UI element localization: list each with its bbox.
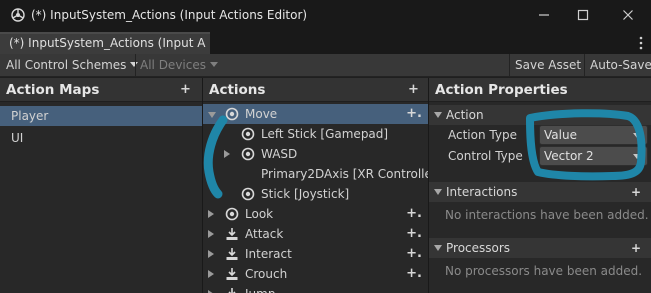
action-maps-title: Action Maps (6, 82, 100, 98)
add-binding-button[interactable]: +. (406, 204, 422, 224)
save-asset-button[interactable]: Save Asset (515, 54, 581, 76)
binding-icon (241, 187, 255, 201)
action-map-ui[interactable]: UI (0, 128, 202, 148)
control-schemes-dropdown[interactable]: All Control Schemes (6, 54, 139, 76)
close-button[interactable] (608, 0, 648, 30)
add-binding-button[interactable]: +. (406, 104, 422, 124)
add-processor-button[interactable]: + (631, 238, 641, 258)
add-binding-button[interactable]: +. (406, 244, 422, 264)
action-type-value: Value (544, 128, 577, 142)
binding-label: Primary2DAxis [XR Controller] (261, 167, 428, 181)
action-row-move[interactable]: Move +. (203, 104, 428, 124)
action-label: Crouch (245, 267, 288, 281)
foldout-collapsed-icon[interactable] (208, 270, 214, 278)
processors-empty-message: No processors have been added. (445, 264, 643, 278)
value-action-icon (225, 207, 239, 221)
chevron-down-icon (633, 154, 641, 159)
action-label: Attack (245, 227, 284, 241)
binding-icon (241, 147, 255, 161)
binding-icon (241, 127, 255, 141)
section-title: Interactions (446, 185, 518, 199)
foldout-collapsed-icon[interactable] (208, 210, 214, 218)
action-properties-title: Action Properties (435, 82, 568, 98)
actions-title: Actions (209, 82, 266, 98)
chevron-down-icon (633, 133, 641, 138)
action-row-look[interactable]: Look +. (203, 204, 428, 224)
binding-row-stick-joystick[interactable]: Stick [Joystick] (203, 184, 428, 204)
section-title: Processors (446, 241, 511, 255)
toolbar: All Control Schemes All Devices Save Ass… (0, 54, 651, 77)
foldout-expanded-icon (434, 189, 442, 195)
button-action-icon (226, 228, 238, 240)
action-maps-header: Action Maps + (0, 78, 202, 102)
control-schemes-label: All Control Schemes (6, 58, 127, 72)
action-properties-header: Action Properties (429, 78, 651, 102)
action-label: Look (245, 207, 274, 221)
button-action-icon (226, 248, 238, 260)
processors-section-foldout[interactable]: Processors + (429, 238, 651, 258)
toolbar-divider (509, 54, 510, 76)
action-maps-panel: Action Maps + Player UI (0, 78, 202, 293)
interactions-empty-message: No interactions have been added. (445, 208, 649, 222)
minimize-button[interactable] (524, 0, 564, 30)
add-binding-button[interactable]: +. (406, 264, 422, 284)
devices-dropdown[interactable]: All Devices (140, 54, 218, 76)
window-title: (*) InputSystem_Actions (Input Actions E… (31, 8, 308, 22)
tab-input-actions[interactable]: (*) InputSystem_Actions (Input A (0, 32, 210, 54)
add-binding-button[interactable]: +. (406, 224, 422, 244)
composite-row-wasd[interactable]: WASD (203, 144, 428, 164)
foldout-collapsed-icon[interactable] (208, 230, 214, 238)
control-type-label: Control Type (448, 149, 523, 163)
foldout-expanded-icon[interactable] (208, 112, 216, 118)
action-type-dropdown[interactable]: Value (539, 125, 648, 145)
section-title: Action (446, 108, 484, 122)
action-row-crouch[interactable]: Crouch +. (203, 264, 428, 284)
minimize-icon (539, 14, 549, 16)
actions-header: Actions + (203, 78, 428, 102)
binding-row-primary2daxis[interactable]: Primary2DAxis [XR Controller] (203, 164, 428, 184)
close-icon (623, 10, 633, 20)
add-interaction-button[interactable]: + (631, 182, 641, 202)
action-row-jump[interactable]: Jump (203, 284, 428, 293)
foldout-expanded-icon (434, 245, 442, 251)
binding-label: Left Stick [Gamepad] (261, 127, 389, 141)
actions-panel: Actions + Move +. Left Stick [Gamepad] W… (203, 78, 428, 293)
chevron-down-icon (209, 62, 218, 67)
add-action-map-button[interactable]: + (180, 78, 191, 102)
auto-save-toggle[interactable]: Auto-Save (590, 54, 651, 76)
button-action-icon (226, 268, 238, 280)
maximize-icon (577, 9, 589, 21)
action-row-attack[interactable]: Attack +. (203, 224, 428, 244)
add-action-button[interactable]: + (408, 78, 419, 102)
action-type-label: Action Type (448, 128, 517, 142)
toolbar-divider (584, 54, 585, 76)
action-label: Jump (245, 284, 275, 293)
toolbar-divider (135, 54, 136, 76)
value-action-icon (225, 107, 239, 121)
kebab-menu-icon[interactable] (639, 36, 643, 50)
interactions-section-foldout[interactable]: Interactions + (429, 182, 651, 202)
devices-label: All Devices (140, 58, 206, 72)
binding-label: Stick [Joystick] (261, 187, 350, 201)
action-label: Move (245, 107, 278, 121)
maximize-button[interactable] (563, 0, 603, 30)
binding-label: WASD (261, 147, 298, 161)
action-label: Interact (245, 247, 292, 261)
foldout-collapsed-icon[interactable] (224, 150, 230, 158)
foldout-expanded-icon (434, 112, 442, 118)
foldout-collapsed-icon[interactable] (208, 250, 214, 258)
control-type-value: Vector 2 (544, 149, 594, 163)
button-action-icon (228, 288, 236, 293)
action-properties-panel: Action Properties Action Action Type Val… (429, 78, 651, 293)
window-titlebar: (*) InputSystem_Actions (Input Actions E… (0, 0, 651, 30)
unity-icon (11, 8, 25, 22)
action-section-foldout[interactable]: Action (429, 105, 651, 125)
action-row-interact[interactable]: Interact +. (203, 244, 428, 264)
binding-row-left-stick[interactable]: Left Stick [Gamepad] (203, 124, 428, 144)
action-map-player[interactable]: Player (0, 106, 202, 126)
tab-bar: (*) InputSystem_Actions (Input A (0, 30, 651, 54)
control-type-dropdown[interactable]: Vector 2 (539, 146, 648, 166)
